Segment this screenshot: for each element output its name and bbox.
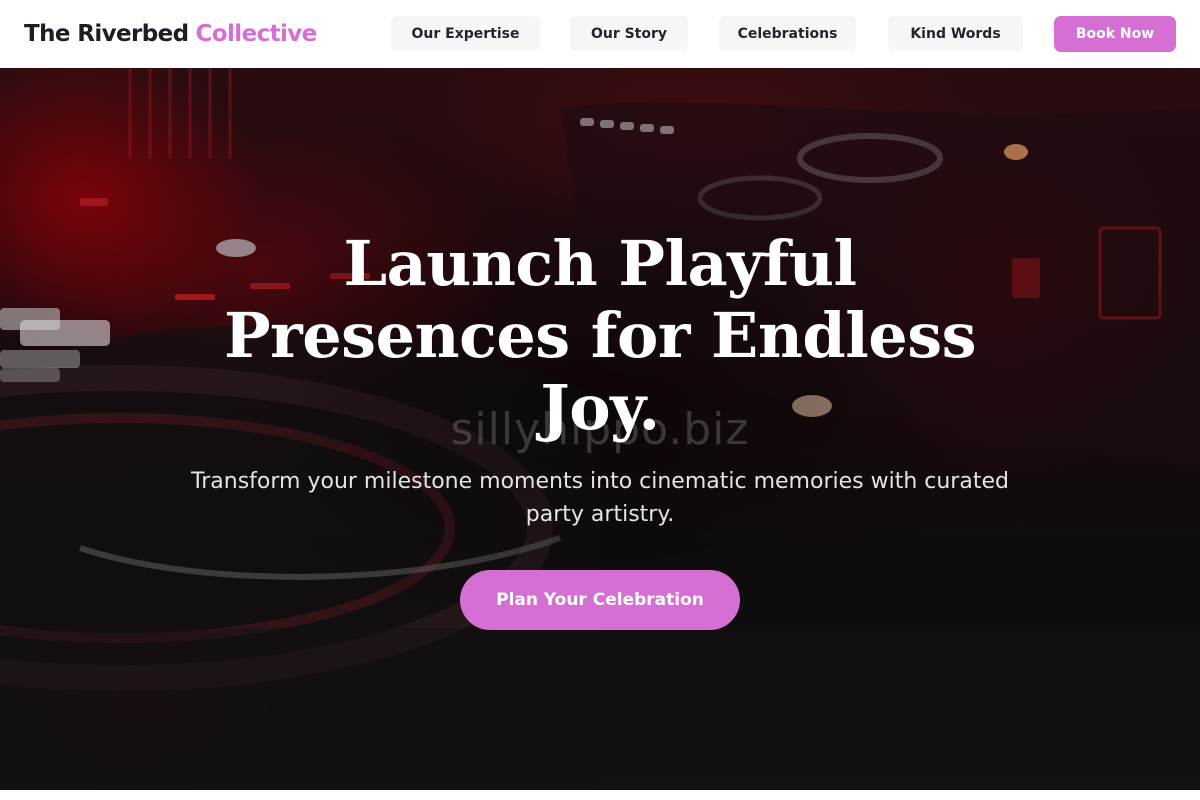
brand-logo[interactable]: The Riverbed Collective xyxy=(24,21,317,47)
brand-name-primary: The Riverbed xyxy=(24,21,189,47)
page-bottom-strip xyxy=(0,790,1200,800)
hero-subheadline: Transform your milestone moments into ci… xyxy=(191,469,1009,527)
nav-link-celebrations[interactable]: Celebrations xyxy=(719,16,856,51)
nav-link-our-story[interactable]: Our Story xyxy=(570,16,688,51)
plan-your-celebration-button[interactable]: Plan Your Celebration xyxy=(460,570,740,630)
nav-link-our-expertise[interactable]: Our Expertise xyxy=(391,16,540,51)
hero-section: sillyhippo.biz Launch Playful Presences … xyxy=(0,68,1200,790)
hero-headline: Launch Playful Presences for Endless Joy… xyxy=(223,227,977,444)
brand-name-accent: Collective xyxy=(195,21,318,47)
nav-link-kind-words[interactable]: Kind Words xyxy=(888,16,1023,51)
book-now-button[interactable]: Book Now xyxy=(1054,16,1176,52)
